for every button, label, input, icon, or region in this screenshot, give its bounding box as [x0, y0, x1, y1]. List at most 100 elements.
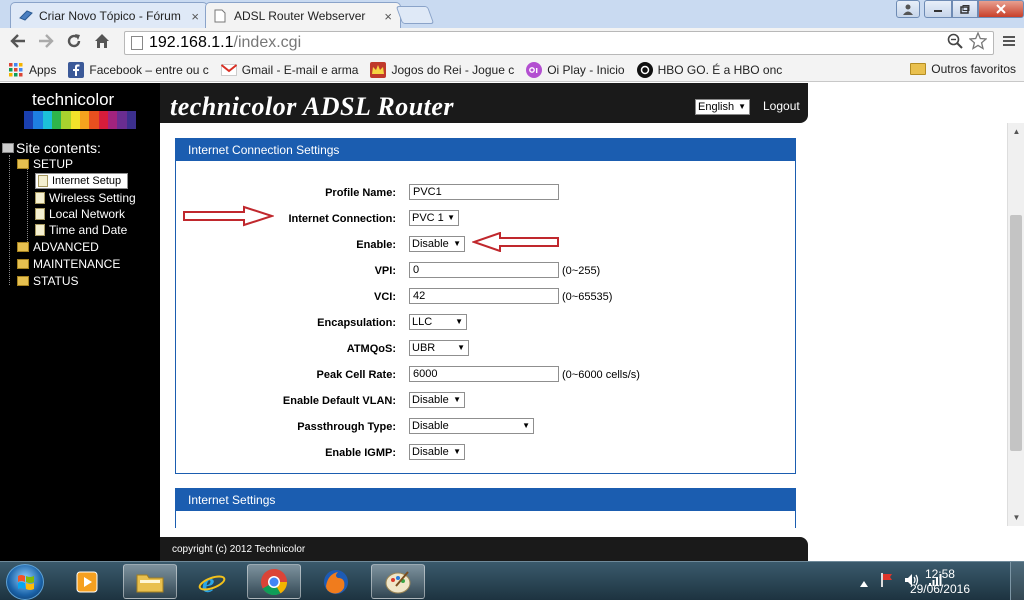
taskbar-paint[interactable] [371, 564, 425, 599]
bookmark-gmail[interactable]: Gmail - E-mail e arma [220, 62, 358, 78]
tree-item-local-network[interactable]: Local Network [35, 206, 125, 222]
select-value: Disable [412, 238, 449, 250]
close-tab-icon[interactable]: × [384, 9, 392, 24]
bookmark-apps[interactable]: Apps [8, 62, 56, 78]
tree-item-time-and-date[interactable]: Time and Date [35, 222, 127, 238]
bookmark-jogos-do-rei[interactable]: Jogos do Rei - Jogue c [370, 61, 514, 78]
tree-item-wireless-setting[interactable]: Wireless Setting [35, 190, 136, 206]
page-info-icon[interactable] [131, 36, 143, 50]
chevron-down-icon: ▼ [453, 447, 461, 456]
other-bookmarks[interactable]: Outros favoritos [910, 62, 1016, 76]
crown-icon [370, 61, 387, 78]
encapsulation-select[interactable]: LLC ▼ [409, 314, 467, 330]
system-clock[interactable]: 12:58 29/06/2016 [910, 567, 970, 597]
tree-label: Local Network [49, 207, 126, 221]
browser-toolbar: 192.168.1.1/index.cgi [0, 28, 1024, 58]
chevron-down-icon: ▼ [738, 102, 746, 111]
clock-time: 12:58 [924, 567, 955, 581]
enable-select[interactable]: Disable ▼ [409, 236, 465, 252]
new-tab-button[interactable] [395, 6, 435, 24]
minimize-button[interactable] [924, 0, 952, 18]
apps-grid-icon [8, 62, 24, 78]
vpi-input[interactable]: 0 [409, 262, 559, 278]
restore-button[interactable] [952, 0, 978, 18]
tree-label: STATUS [33, 274, 79, 288]
internet-connection-select[interactable]: PVC 1 ▼ [409, 210, 459, 226]
tree-item-status[interactable]: STATUS [17, 273, 79, 289]
document-icon [35, 224, 45, 236]
field-row-enable-igmp: Enable IGMP: Disable ▼ [176, 444, 796, 464]
site-contents-title: Site contents: [16, 140, 101, 156]
taskbar-file-explorer[interactable] [123, 564, 177, 599]
show-desktop-button[interactable] [1010, 562, 1024, 600]
router-footer: copyright (c) 2012 Technicolor [160, 537, 808, 561]
bookmark-facebook[interactable]: Facebook – entre ou c [68, 61, 209, 78]
bookmark-hbo-go[interactable]: HBO GO. É a HBO onc [636, 61, 782, 78]
language-value: English [698, 101, 735, 113]
passthrough-type-select[interactable]: Disable ▼ [409, 418, 534, 434]
scrollbar-thumb[interactable] [1010, 215, 1022, 451]
bookmark-oi-play[interactable]: Oi Play - Inicio [526, 61, 625, 78]
zoom-icon[interactable] [947, 33, 963, 54]
address-bar[interactable]: 192.168.1.1/index.cgi [124, 31, 994, 55]
enable-default-vlan-select[interactable]: Disable ▼ [409, 392, 465, 408]
site-contents-nav: technicolor Site contents: SETUP Interne… [0, 83, 160, 561]
scroll-up-icon[interactable]: ▲ [1008, 123, 1024, 140]
taskbar-chrome[interactable] [247, 564, 301, 599]
url-host: 192.168.1.1 [149, 34, 234, 51]
scroll-down-icon[interactable]: ▼ [1008, 509, 1024, 526]
tab-title: Criar Novo Tópico - Fórum [39, 8, 181, 23]
taskbar-firefox[interactable] [309, 564, 363, 599]
taskbar-internet-explorer[interactable]: e [185, 564, 239, 599]
vci-input[interactable]: 42 [409, 288, 559, 304]
select-value: Disable [412, 394, 449, 406]
bookmark-star-icon[interactable] [968, 31, 988, 55]
select-value: UBR [412, 342, 436, 354]
internet-settings-panel: Internet Settings [175, 488, 796, 528]
tree-label: MAINTENANCE [33, 257, 121, 271]
folder-icon [910, 63, 927, 75]
windows-logo-icon [18, 575, 34, 590]
atmqos-select[interactable]: UBR ▼ [409, 340, 469, 356]
forward-icon[interactable] [32, 33, 60, 53]
taskbar-media-player[interactable] [60, 564, 114, 599]
tree-label: SETUP [33, 157, 74, 171]
user-profile-icon[interactable] [896, 0, 920, 18]
tree-item-advanced[interactable]: ADVANCED [17, 239, 99, 255]
chevron-down-icon: ▼ [453, 395, 461, 404]
firefox-icon [324, 569, 348, 594]
close-window-button[interactable] [978, 0, 1024, 18]
logout-link[interactable]: Logout [763, 99, 800, 113]
field-row-profile-name: Profile Name: PVC1 [176, 184, 796, 204]
field-label: Encapsulation: [317, 317, 396, 329]
tree-item-maintenance[interactable]: MAINTENANCE [17, 256, 120, 272]
vertical-scrollbar[interactable]: ▲ ▼ [1007, 123, 1024, 526]
tree-item-internet-setup[interactable]: Internet Setup [35, 173, 129, 189]
show-hidden-icons-icon[interactable] [860, 576, 868, 590]
tab-title: ADSL Router Webserver [234, 8, 366, 23]
action-center-flag-icon[interactable] [880, 572, 894, 591]
tree-label: Time and Date [49, 223, 128, 237]
back-icon[interactable] [4, 33, 32, 53]
peak-cell-rate-input[interactable]: 6000 [409, 366, 559, 382]
field-label: VPI: [374, 265, 396, 277]
start-button[interactable] [6, 564, 44, 600]
enable-igmp-select[interactable]: Disable ▼ [409, 444, 465, 460]
close-tab-icon[interactable]: × [189, 9, 199, 24]
language-select[interactable]: English ▼ [695, 99, 750, 115]
chrome-icon [261, 568, 288, 595]
technicolor-logo-icon [24, 111, 136, 129]
chrome-menu-icon[interactable] [1002, 34, 1016, 53]
profile-name-input[interactable]: PVC1 [409, 184, 559, 200]
tab-router[interactable]: ADSL Router Webserver × [205, 2, 401, 28]
oi-icon [526, 61, 543, 78]
folder-icon [17, 276, 29, 286]
tree-item-setup[interactable]: SETUP [17, 156, 73, 172]
home-icon[interactable] [88, 33, 116, 54]
field-label: VCI: [374, 291, 396, 303]
internet-connection-settings-panel: Internet Connection Settings Profile Nam… [175, 138, 796, 474]
media-player-icon [76, 571, 98, 592]
site-tree-root-icon [2, 143, 14, 153]
reload-icon[interactable] [60, 33, 88, 54]
tab-forum[interactable]: Criar Novo Tópico - Fórum × [10, 2, 208, 28]
